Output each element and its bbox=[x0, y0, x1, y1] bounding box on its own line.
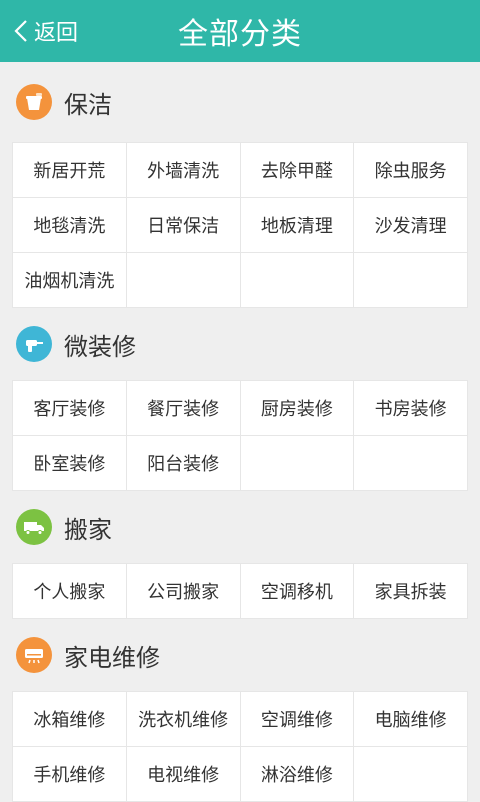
category-grid: 客厅装修 餐厅装修 厨房装修 书房装修 卧室装修 阳台装修 bbox=[12, 380, 468, 491]
section-title: 微装修 bbox=[64, 332, 136, 361]
app-header: 返回 全部分类 bbox=[0, 0, 480, 62]
category-item[interactable]: 地板清理 bbox=[240, 198, 354, 252]
category-item[interactable]: 手机维修 bbox=[13, 747, 126, 801]
category-item[interactable]: 空调移机 bbox=[240, 564, 354, 618]
category-item[interactable]: 日常保洁 bbox=[126, 198, 240, 252]
section-title: 保洁 bbox=[64, 90, 112, 119]
section-moving: 搬家 个人搬家 公司搬家 空调移机 家具拆装 bbox=[0, 491, 480, 619]
section-title: 搬家 bbox=[64, 515, 112, 544]
category-item[interactable]: 个人搬家 bbox=[13, 564, 126, 618]
empty-cell bbox=[354, 747, 467, 801]
category-item[interactable]: 电视维修 bbox=[126, 747, 240, 801]
drill-icon bbox=[16, 326, 52, 362]
category-item[interactable]: 新居开荒 bbox=[13, 143, 126, 197]
chevron-left-icon bbox=[14, 20, 27, 42]
section-header: 搬家 bbox=[0, 491, 480, 563]
category-item[interactable]: 除虫服务 bbox=[354, 143, 467, 197]
category-item[interactable]: 家具拆装 bbox=[354, 564, 467, 618]
category-item[interactable]: 地毯清洗 bbox=[13, 198, 126, 252]
empty-cell bbox=[240, 253, 354, 307]
category-item[interactable]: 洗衣机维修 bbox=[126, 692, 240, 746]
category-item[interactable]: 餐厅装修 bbox=[126, 381, 240, 435]
back-label: 返回 bbox=[34, 21, 79, 46]
bucket-icon bbox=[16, 84, 52, 120]
empty-cell bbox=[240, 436, 354, 490]
category-item[interactable]: 公司搬家 bbox=[126, 564, 240, 618]
category-item[interactable]: 空调维修 bbox=[240, 692, 354, 746]
category-item[interactable]: 卧室装修 bbox=[13, 436, 126, 490]
air-conditioner-icon bbox=[16, 637, 52, 673]
section-header: 微装修 bbox=[0, 308, 480, 380]
section-renovation: 微装修 客厅装修 餐厅装修 厨房装修 书房装修 卧室装修 阳台装修 bbox=[0, 308, 480, 491]
category-item[interactable]: 去除甲醛 bbox=[240, 143, 354, 197]
category-item[interactable]: 电脑维修 bbox=[354, 692, 467, 746]
category-grid: 个人搬家 公司搬家 空调移机 家具拆装 bbox=[12, 563, 468, 619]
section-title: 家电维修 bbox=[64, 643, 160, 672]
back-button[interactable]: 返回 bbox=[14, 0, 78, 62]
category-grid: 冰箱维修 洗衣机维修 空调维修 电脑维修 手机维修 电视维修 淋浴维修 bbox=[12, 691, 468, 802]
empty-cell bbox=[354, 253, 467, 307]
category-item[interactable]: 阳台装修 bbox=[126, 436, 240, 490]
section-cleaning: 保洁 新居开荒 外墙清洗 去除甲醛 除虫服务 地毯清洗 日常保洁 地板清理 沙发… bbox=[0, 62, 480, 308]
category-grid: 新居开荒 外墙清洗 去除甲醛 除虫服务 地毯清洗 日常保洁 地板清理 沙发清理 … bbox=[12, 142, 468, 308]
section-header: 家电维修 bbox=[0, 619, 480, 691]
truck-icon bbox=[16, 509, 52, 545]
section-appliance-repair: 家电维修 冰箱维修 洗衣机维修 空调维修 电脑维修 手机维修 电视维修 淋浴维修 bbox=[0, 619, 480, 802]
category-item[interactable]: 厨房装修 bbox=[240, 381, 354, 435]
empty-cell bbox=[354, 436, 467, 490]
section-header: 保洁 bbox=[0, 62, 480, 142]
empty-cell bbox=[126, 253, 240, 307]
page-title: 全部分类 bbox=[178, 17, 302, 52]
category-item[interactable]: 书房装修 bbox=[354, 381, 467, 435]
category-item[interactable]: 冰箱维修 bbox=[13, 692, 126, 746]
category-item[interactable]: 油烟机清洗 bbox=[13, 253, 126, 307]
category-item[interactable]: 沙发清理 bbox=[354, 198, 467, 252]
category-item[interactable]: 客厅装修 bbox=[13, 381, 126, 435]
category-item[interactable]: 外墙清洗 bbox=[126, 143, 240, 197]
category-item[interactable]: 淋浴维修 bbox=[240, 747, 354, 801]
